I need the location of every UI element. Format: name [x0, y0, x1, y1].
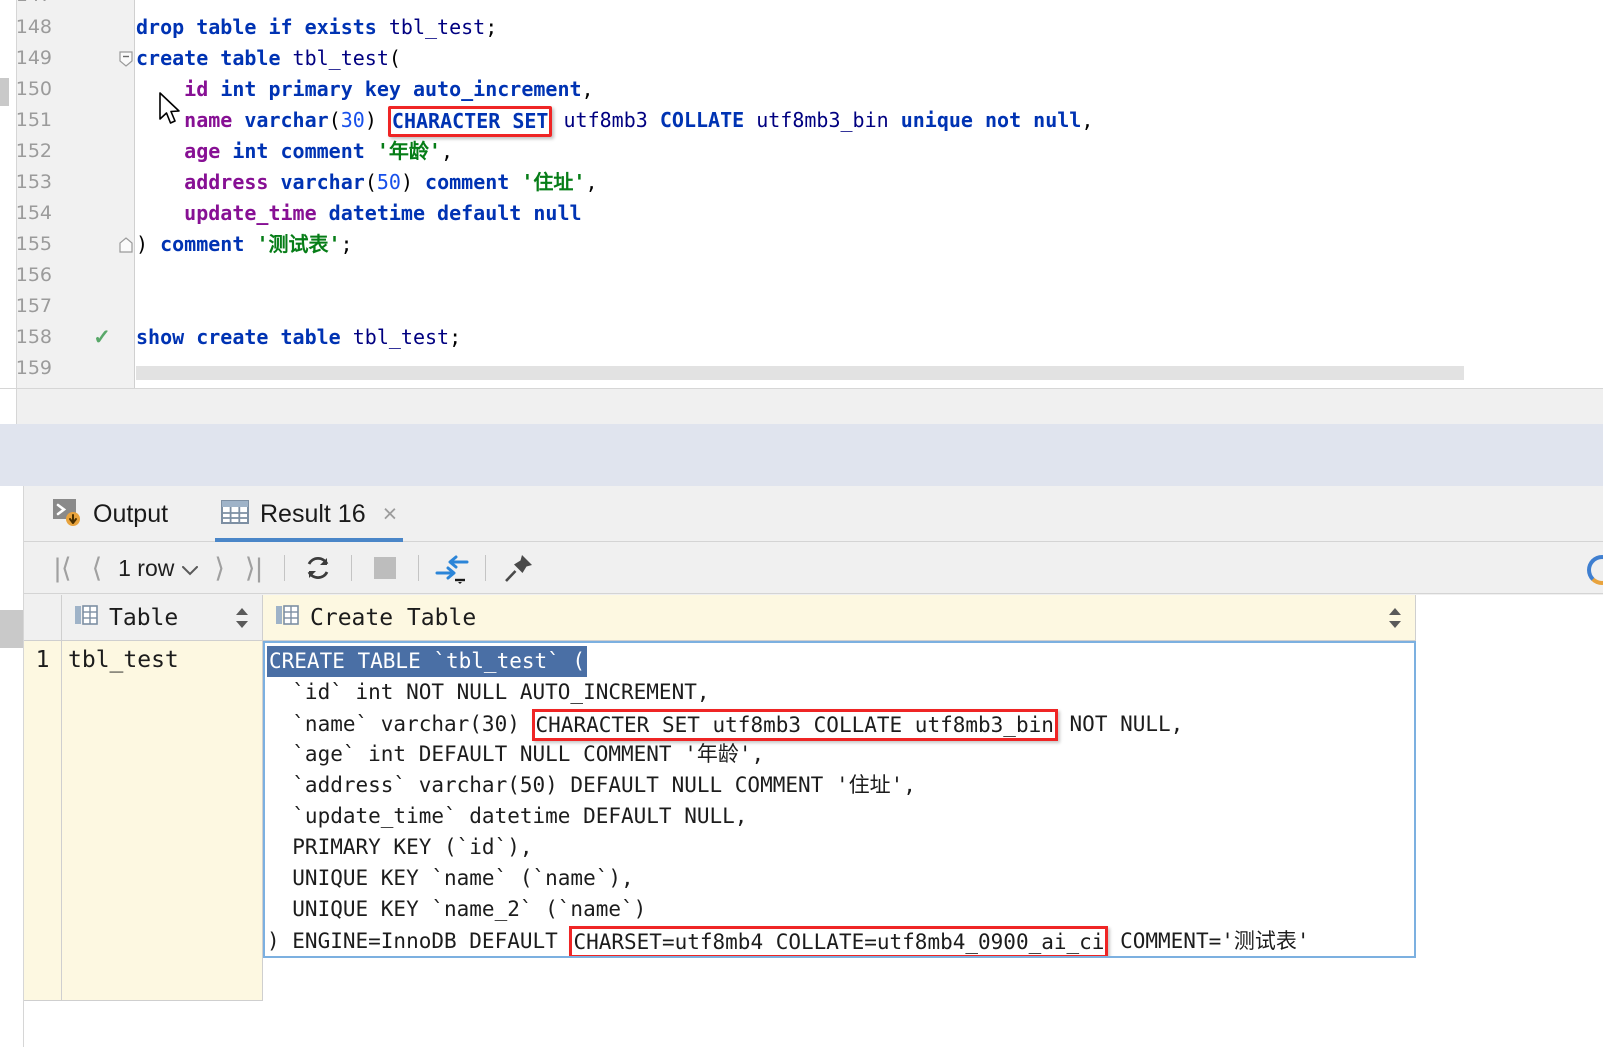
code-line: id int primary key auto_increment,	[184, 77, 594, 101]
code-line: update_time datetime default null	[184, 201, 582, 225]
stop-icon[interactable]	[364, 547, 406, 589]
ddl-line-selected: CREATE TABLE `tbl_test` (	[267, 646, 588, 677]
ddl-post: NOT NULL,	[1056, 712, 1184, 736]
ddl-line: `id` int NOT NULL AUTO_INCREMENT,	[267, 680, 710, 704]
refresh-icon[interactable]	[297, 547, 339, 589]
row-count-label: 1 row	[118, 554, 175, 581]
line-number: 158	[15, 326, 52, 348]
code-line: address varchar(50) comment '住址',	[184, 170, 598, 194]
column-icon	[275, 603, 299, 633]
highlight-box-charset-collate: CHARACTER SET utf8mb3 COLLATE utf8mb3_bi…	[531, 709, 1058, 741]
chevron-down-icon	[182, 555, 199, 582]
tab-result-16-label: Result 16	[260, 499, 366, 528]
results-grid[interactable]: Table Create Table 1 tbl_test CREATE TAB…	[24, 595, 1603, 1047]
editor-bottom-left-strip	[0, 389, 17, 425]
ddl-line: PRIMARY KEY (`id`),	[267, 835, 533, 859]
line-number: 153	[15, 171, 52, 193]
results-toolbar: |⟨ ⟨ 1 row ⟩ ⟩|	[24, 543, 1603, 594]
ddl-line: CREATE TABLE `tbl_test` (	[265, 646, 1414, 677]
results-panel: Output Result 16 × |⟨ ⟨ 1 row ⟩ ⟩| Table…	[0, 486, 1603, 1047]
sort-indicator-icon[interactable]	[1387, 607, 1403, 629]
line-number: 148	[15, 16, 52, 38]
table-grid-icon	[221, 499, 249, 530]
cell-create-table[interactable]: CREATE TABLE `tbl_test` ( `id` int NOT N…	[263, 641, 1416, 958]
sql-editor[interactable]: 147 148 149 150 151 152 153 154 155 156 …	[0, 0, 1603, 388]
pin-icon[interactable]	[498, 547, 540, 589]
grid-header-create-table-label: Create Table	[310, 604, 477, 631]
cell-table[interactable]: tbl_test	[62, 641, 263, 1001]
row-number: 1	[24, 641, 62, 1001]
close-icon[interactable]: ×	[383, 501, 398, 527]
toolbar-separator	[284, 555, 286, 581]
line-number: 154	[15, 202, 52, 224]
next-page-button[interactable]: ⟩	[204, 553, 235, 584]
tab-output[interactable]: Output	[38, 486, 182, 542]
mouse-cursor-icon	[158, 92, 184, 133]
tab-result-16[interactable]: Result 16 ×	[207, 486, 411, 542]
line-number: 152	[15, 140, 52, 162]
ddl-pre: `name` varchar(30)	[267, 712, 533, 736]
fold-end-icon[interactable]	[119, 229, 133, 260]
toolbar-separator	[351, 555, 353, 581]
editor-horizontal-scrollbar[interactable]	[136, 366, 1464, 380]
highlight-box-default-charset: CHARSET=utf8mb4 COLLATE=utf8mb4_0900_ai_…	[569, 926, 1109, 956]
ddl-line: `age` int DEFAULT NULL COMMENT '年龄',	[267, 742, 765, 766]
grid-header-table[interactable]: Table	[62, 595, 263, 641]
line-number: 151	[15, 109, 52, 131]
table-row[interactable]: 1 tbl_test CREATE TABLE `tbl_test` ( `id…	[24, 641, 1603, 1001]
row-count-selector[interactable]: 1 row	[112, 555, 204, 582]
code-line: name varchar(30) CHARACTER SET utf8mb3 C…	[136, 105, 1093, 137]
toolbar-separator	[485, 555, 487, 581]
connection-status-icon[interactable]	[1587, 555, 1603, 585]
tab-output-label: Output	[93, 499, 169, 528]
first-page-button[interactable]: |⟨	[44, 553, 82, 584]
ddl-line: `address` varchar(50) DEFAULT NULL COMME…	[267, 773, 916, 797]
panel-splitter[interactable]	[0, 424, 1603, 486]
line-number: 156	[15, 264, 52, 286]
toolbar-separator	[418, 555, 420, 581]
line-number: 155	[15, 233, 52, 255]
console-output-icon	[52, 497, 82, 532]
code-line: age int comment '年龄',	[184, 139, 453, 163]
ddl-line: UNIQUE KEY `name_2` (`name`)	[267, 897, 647, 921]
last-page-button[interactable]: ⟩|	[235, 553, 273, 584]
grid-header-table-label: Table	[109, 604, 179, 631]
editor-code-area[interactable]: drop table if exists tbl_test; create ta…	[136, 0, 1603, 388]
grid-header-create-table[interactable]: Create Table	[263, 595, 1416, 641]
transpose-icon[interactable]	[431, 547, 473, 589]
line-number: 150	[15, 78, 52, 100]
editor-bottom-pad	[0, 388, 1603, 425]
fold-collapse-icon[interactable]	[119, 43, 133, 74]
code-line: drop table if exists tbl_test;	[136, 15, 498, 39]
highlight-box-character-set: CHARACTER SET	[387, 106, 553, 137]
ddl-post: COMMENT='测试表'	[1107, 929, 1310, 953]
ddl-line: ) ENGINE=InnoDB DEFAULT CHARSET=utf8mb4 …	[265, 925, 1414, 956]
code-line: create table tbl_test(	[136, 46, 401, 70]
editor-gutter[interactable]: 147 148 149 150 151 152 153 154 155 156 …	[16, 0, 135, 388]
grid-header-rownum	[24, 595, 62, 641]
results-scroll-thumb[interactable]	[0, 610, 23, 648]
statement-success-icon: ✓	[93, 326, 111, 349]
ddl-pre: ) ENGINE=InnoDB DEFAULT	[267, 929, 571, 953]
results-left-strip	[0, 486, 24, 1047]
line-number: 157	[15, 295, 52, 317]
line-number: 159	[15, 357, 52, 379]
sort-indicator-icon[interactable]	[234, 607, 250, 629]
prev-page-button[interactable]: ⟨	[82, 553, 113, 584]
grid-header-row: Table Create Table	[24, 595, 1603, 641]
ddl-line: `update_time` datetime DEFAULT NULL,	[267, 804, 748, 828]
ddl-line: UNIQUE KEY `name` (`name`),	[267, 866, 634, 890]
ddl-line: `name` varchar(30) CHARACTER SET utf8mb3…	[265, 708, 1414, 741]
code-line: show create table tbl_test;	[136, 325, 462, 349]
sql-ide-window: 147 148 149 150 151 152 153 154 155 156 …	[0, 0, 1603, 1047]
line-number: 149	[15, 47, 52, 69]
line-number: 147	[0, 0, 52, 11]
code-line: ) comment '测试表';	[136, 232, 353, 256]
column-icon	[74, 603, 98, 633]
results-tabbar: Output Result 16 ×	[24, 486, 1603, 542]
